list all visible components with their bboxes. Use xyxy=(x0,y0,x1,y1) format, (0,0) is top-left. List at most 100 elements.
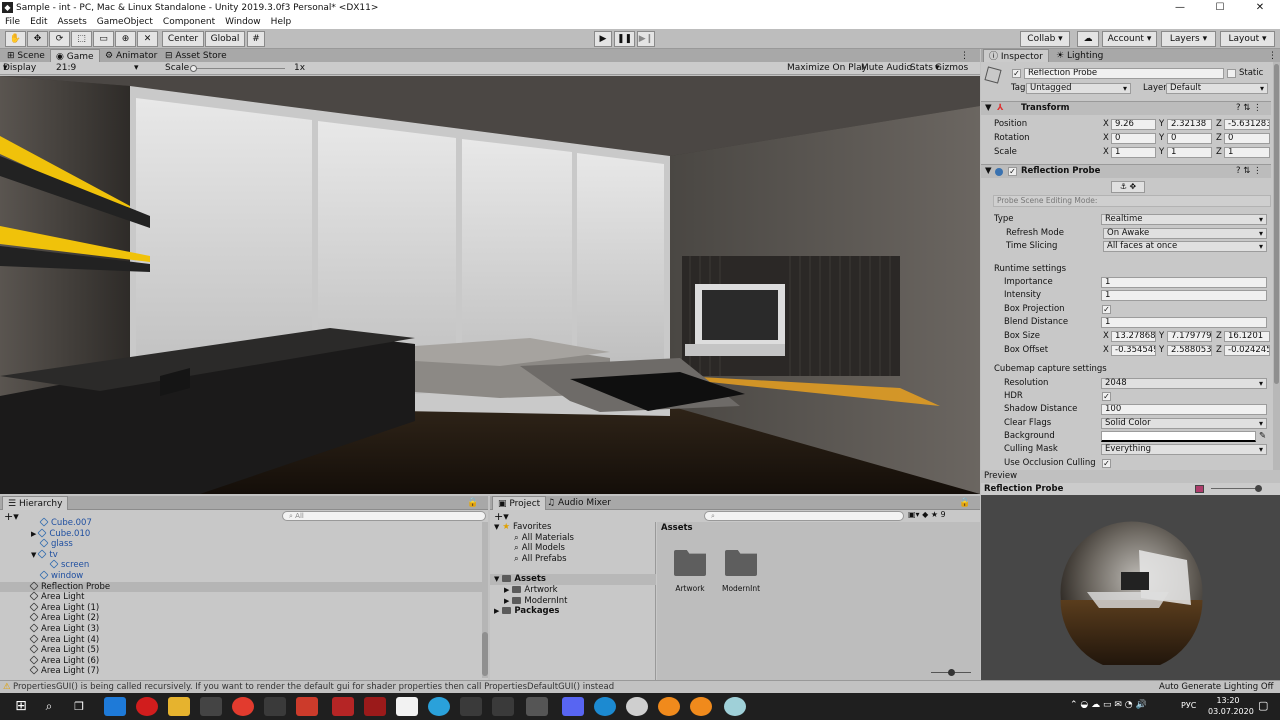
dota-icon[interactable] xyxy=(364,697,386,716)
panel-menu-icon[interactable]: ⋮ xyxy=(955,49,974,63)
menu-edit[interactable]: Edit xyxy=(25,17,52,27)
project-lock-icon[interactable]: 🔒 ⋮ xyxy=(954,496,980,522)
display-dropdown[interactable]: Display 1 ▾ xyxy=(3,62,36,86)
hierarchy-lock-icon[interactable]: 🔒 ⋮ xyxy=(462,496,488,522)
background-color-field[interactable] xyxy=(1101,431,1256,442)
file-explorer-icon[interactable] xyxy=(168,697,190,716)
task-view-icon[interactable]: ❐ xyxy=(68,697,90,716)
expand-arrow-icon[interactable]: ▶ xyxy=(504,586,509,594)
project-tree-item[interactable]: ▼ Assets xyxy=(490,574,656,585)
reflection-probe-header[interactable]: ▼ ✓ Reflection Probe ? ⇅ ⋮ xyxy=(981,164,1271,178)
expand-arrow-icon[interactable]: ▶ xyxy=(494,607,499,615)
tab-hierarchy[interactable]: ☰ Hierarchy xyxy=(2,496,69,510)
eyedropper-icon[interactable]: ✎ xyxy=(1259,430,1266,443)
rotation-z-input[interactable]: 0 xyxy=(1224,133,1270,144)
maximize-on-play-button[interactable]: Maximize On Play xyxy=(787,62,867,75)
pivot-global-button[interactable]: Global xyxy=(205,31,245,47)
hierarchy-item[interactable]: screen xyxy=(0,559,482,571)
expand-arrow-icon[interactable]: ▶ xyxy=(504,597,509,605)
clock[interactable]: 13:20 03.07.2020 xyxy=(1208,695,1254,717)
play-button[interactable]: ▶ xyxy=(594,31,612,47)
pivot-center-button[interactable]: Center xyxy=(162,31,204,47)
hierarchy-item[interactable]: Cube.007 xyxy=(0,517,482,529)
app-icon-light[interactable] xyxy=(626,697,648,716)
snap-icon[interactable]: # xyxy=(247,31,265,47)
object-name-input[interactable]: Reflection Probe xyxy=(1024,68,1224,79)
layout-dropdown[interactable]: Layout ▾ xyxy=(1220,31,1275,47)
notifications-icon[interactable]: ▢ xyxy=(1258,699,1268,712)
scale-z-input[interactable]: 1 xyxy=(1224,147,1270,158)
inspector-menu-icon[interactable]: ⋮ xyxy=(1263,49,1280,63)
tab-project[interactable]: ▣ Project xyxy=(492,496,547,510)
aspect-dropdown[interactable]: 21:9 ▾ xyxy=(56,62,139,75)
stats-button[interactable]: Stats xyxy=(910,62,933,75)
preview-zoom-slider[interactable] xyxy=(1211,488,1261,489)
position-z-input[interactable]: -5.631283 xyxy=(1224,119,1270,130)
refresh-mode-dropdown[interactable]: On Awake xyxy=(1103,228,1267,239)
box-offset-z-input[interactable]: -0.024245 xyxy=(1224,345,1270,356)
scale-slider[interactable] xyxy=(190,68,285,69)
scale-y-input[interactable]: 1 xyxy=(1167,147,1212,158)
hierarchy-item[interactable]: Area Light (4) xyxy=(0,634,482,646)
project-tree-item[interactable]: ▼ ★ Favorites xyxy=(490,522,656,533)
tab-inspector[interactable]: ⓘ Inspector xyxy=(983,49,1049,63)
box-size-y-input[interactable]: 7.179779 xyxy=(1167,331,1212,342)
project-tree-item[interactable]: ▶ ModernInt xyxy=(490,596,656,607)
edge-icon[interactable] xyxy=(104,697,126,716)
app-icon-flag[interactable] xyxy=(296,697,318,716)
hierarchy-item[interactable]: Area Light (6) xyxy=(0,655,482,667)
app-icon-file[interactable] xyxy=(332,697,354,716)
rotation-x-input[interactable]: 0 xyxy=(1111,133,1156,144)
tab-scene[interactable]: ⊞ Scene xyxy=(2,49,50,63)
menu-help[interactable]: Help xyxy=(266,17,297,27)
inspector-scrollbar[interactable] xyxy=(1273,62,1280,470)
search-icon[interactable]: ⌕ xyxy=(38,697,60,716)
transform-header[interactable]: ▼ ⅄ Transform ? ⇅ ⋮ xyxy=(981,101,1271,115)
account-dropdown[interactable]: Account ▾ xyxy=(1102,31,1157,47)
minimize-button[interactable]: — xyxy=(1160,0,1200,15)
scale-x-input[interactable]: 1 xyxy=(1111,147,1156,158)
transform-tool-icon[interactable]: ⊕ xyxy=(115,31,136,47)
box-size-z-input[interactable]: 16.1201 xyxy=(1224,331,1270,342)
gizmos-button[interactable]: Gizmos ▾ xyxy=(935,62,968,75)
active-checkbox[interactable]: ✓ xyxy=(1012,69,1021,78)
step-button[interactable]: ▶❙ xyxy=(637,31,655,47)
project-search-input[interactable]: ⌕ xyxy=(704,511,904,521)
collapse-arrow-icon[interactable]: ▼ xyxy=(494,575,499,583)
blender-icon-2[interactable] xyxy=(690,697,712,716)
clear-flags-dropdown[interactable]: Solid Color xyxy=(1101,418,1267,429)
tab-animator[interactable]: ⚙ Animator xyxy=(100,49,162,63)
custom-tool-icon[interactable]: ✕ xyxy=(137,31,158,47)
menu-window[interactable]: Window xyxy=(220,17,266,27)
intensity-input[interactable]: 1 xyxy=(1101,290,1267,301)
hand-tool-icon[interactable]: ✋ xyxy=(5,31,26,47)
position-y-input[interactable]: 2.32138 xyxy=(1167,119,1212,130)
app-icon-badge[interactable] xyxy=(594,697,616,716)
component-settings-icon[interactable]: ? ⇅ ⋮ xyxy=(1236,102,1262,115)
mute-audio-button[interactable]: Mute Audio xyxy=(861,62,912,75)
hierarchy-scrollbar[interactable] xyxy=(482,522,488,678)
unity-editor-icon[interactable] xyxy=(460,697,482,716)
rotation-y-input[interactable]: 0 xyxy=(1167,133,1212,144)
keyboard-language[interactable]: РУС xyxy=(1181,701,1196,710)
close-button[interactable]: ✕ xyxy=(1240,0,1280,15)
app-icon-dark[interactable] xyxy=(264,697,286,716)
layer-dropdown[interactable]: Default xyxy=(1166,83,1268,94)
hierarchy-item[interactable]: ▶ Cube.010 xyxy=(0,528,482,540)
hierarchy-item[interactable]: Area Light (5) xyxy=(0,644,482,656)
hierarchy-item[interactable]: ▼ tv xyxy=(0,549,482,561)
unity-active-icon[interactable] xyxy=(526,697,548,716)
discord-icon[interactable] xyxy=(562,697,584,716)
app-icon-red[interactable] xyxy=(232,697,254,716)
culling-mask-dropdown[interactable]: Everything xyxy=(1101,444,1267,455)
probe-edit-mode-buttons[interactable]: ⚓ ✥ xyxy=(1111,181,1145,193)
collapse-arrow-icon[interactable]: ▼ xyxy=(31,551,36,559)
box-size-x-input[interactable]: 13.27868 xyxy=(1111,331,1156,342)
unity-editor-icon-2[interactable] xyxy=(492,697,514,716)
hierarchy-item[interactable]: Reflection Probe xyxy=(0,581,482,593)
scale-tool-icon[interactable]: ⬚ xyxy=(71,31,92,47)
layers-dropdown[interactable]: Layers ▾ xyxy=(1161,31,1216,47)
collapse-arrow-icon[interactable]: ▼ xyxy=(494,523,499,531)
tray-icons[interactable]: ⌃ ◒ ☁ ▭ ✉ ◔ 🔊 xyxy=(1070,700,1147,710)
project-tree-item[interactable]: ⌕ All Models xyxy=(490,543,656,554)
